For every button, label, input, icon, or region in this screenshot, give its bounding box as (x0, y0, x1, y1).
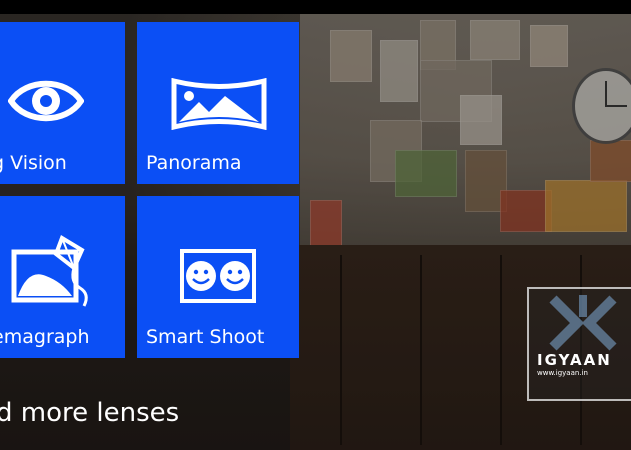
lens-tile-label: nemagraph (0, 326, 90, 348)
lens-tile-label: ng Vision (0, 152, 67, 174)
top-bar (0, 0, 631, 14)
lens-tile-vision[interactable]: ng Vision (0, 22, 125, 184)
watermark-url: www.igyaan.in (537, 369, 588, 377)
cinemagraph-icon (11, 235, 88, 307)
smiley-faces-icon (180, 249, 256, 303)
lens-tile-cinemagraph[interactable]: nemagraph (0, 196, 125, 358)
watermark-arrows-icon (549, 295, 617, 351)
find-more-lenses-link[interactable]: d more lenses (0, 398, 179, 428)
watermark-logo: IGYAAN www.igyaan.in (527, 287, 631, 401)
lens-tile-label: Panorama (146, 152, 242, 174)
eye-icon (8, 80, 84, 122)
watermark-name: IGYAAN (537, 351, 612, 369)
lens-tile-panorama[interactable]: Panorama (137, 22, 299, 184)
lens-tile-label: Smart Shoot (146, 326, 265, 348)
lens-tile-smart-shoot[interactable]: Smart Shoot (137, 196, 299, 358)
panorama-icon (171, 78, 267, 130)
